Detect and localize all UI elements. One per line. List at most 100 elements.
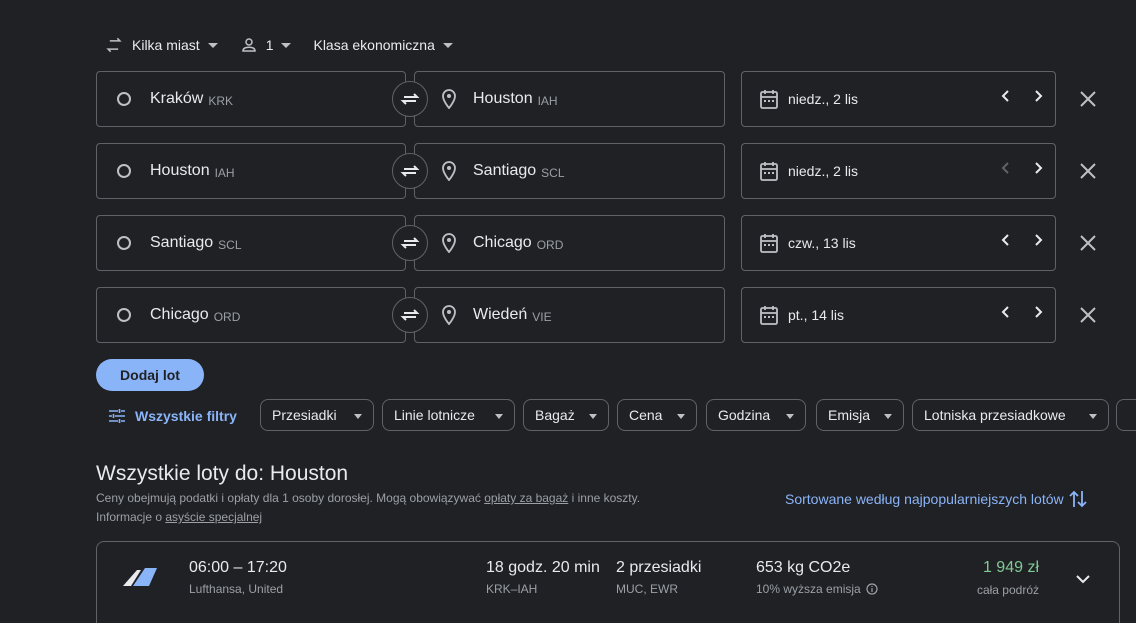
destination-field[interactable]: Chicago ORD [414,215,725,271]
origin-code: IAH [214,165,235,180]
flight-route: KRK–IAH [486,582,538,596]
passengers-select[interactable]: 1 [240,36,292,54]
passenger-count: 1 [265,37,274,53]
date-text: niedz., 2 lis [788,163,859,179]
add-flight-button[interactable]: Dodaj lot [96,359,204,391]
all-filters-label: Wszystkie filtry [135,408,237,424]
remove-leg-close-icon[interactable] [1079,234,1097,252]
chevron-down-icon [589,414,597,419]
swap-button[interactable] [392,225,428,261]
flight-result-card[interactable]: 06:00 – 17:20 Lufthansa, United 18 godz.… [96,541,1120,623]
next-date-button[interactable] [1032,89,1044,108]
destination-field[interactable]: Houston IAH [414,71,725,127]
baggage-fees-link[interactable]: opłaty za bagaż [484,491,568,505]
origin-field[interactable]: Houston IAH [96,143,406,199]
calendar-icon [760,90,778,109]
destination-code: IAH [537,93,558,108]
origin-circle-icon [117,308,131,322]
origin-field[interactable]: Santiago SCL [96,215,406,271]
filter-chip-overflow[interactable] [1116,399,1136,431]
stop-count: 2 przesiadki [616,559,702,576]
chevron-down-icon [354,414,362,419]
previous-date-button[interactable] [1000,89,1012,108]
date-field[interactable]: niedz., 2 lis [741,71,1056,127]
filter-chip-label: Bagaż [535,407,575,423]
sort-icon [1068,490,1087,508]
chevron-down-icon [884,414,892,419]
next-date-button[interactable] [1032,305,1044,324]
trip-type-select[interactable]: Kilka miast [104,35,218,55]
filter-chip[interactable]: Linie lotnicze [382,399,515,431]
filter-chip-label: Emisja [828,407,871,423]
swap-arrows-icon [400,165,420,177]
stop-airports: MUC, EWR [616,582,678,596]
date-field[interactable]: pt., 14 lis [741,287,1056,343]
date-field[interactable]: niedz., 2 lis [741,143,1056,199]
date-text: czw., 13 lis [788,235,856,251]
remove-leg-close-icon[interactable] [1079,306,1097,324]
swap-arrows-icon [400,93,420,105]
destination-field[interactable]: Wiedeń VIE [414,287,725,343]
next-date-button[interactable] [1032,161,1044,180]
swap-button[interactable] [392,297,428,333]
remove-leg-close-icon[interactable] [1079,90,1097,108]
destination-city: Wiedeń [473,306,528,323]
co2-emissions: 653 kg CO2e [756,559,851,576]
chevron-down-icon [495,414,503,419]
calendar-icon [760,162,778,181]
filter-chip-label: Cena [629,407,663,423]
flight-price: 1 949 zł [982,559,1039,576]
origin-code: SCL [218,237,242,252]
destination-field[interactable]: Santiago SCL [414,143,725,199]
all-filters-button[interactable]: Wszystkie filtry [109,405,237,427]
location-pin-icon [442,233,456,253]
destination-code: SCL [541,165,565,180]
flight-times: 06:00 – 17:20 [189,559,287,576]
filter-chip[interactable]: Cena [617,399,697,431]
previous-date-button[interactable] [1000,161,1012,180]
chevron-down-icon [786,414,794,419]
info-icon[interactable] [866,583,878,595]
destination-city: Santiago [473,162,537,179]
cabin-class-select[interactable]: Klasa ekonomiczna [313,37,453,53]
filter-chip[interactable]: Godzina [706,399,806,431]
filter-chip-label: Przesiadki [272,407,337,423]
results-heading: Wszystkie loty do: Houston [96,462,349,485]
origin-circle-icon [117,164,131,178]
multi-city-icon [106,37,122,53]
previous-date-button[interactable] [1000,305,1012,324]
date-text: pt., 14 lis [788,307,845,323]
filter-chip-label: Lotniska przesiadkowe [924,407,1066,423]
chevron-down-icon [1089,414,1097,419]
swap-button[interactable] [392,81,428,117]
expand-chevron-icon[interactable] [1074,570,1092,588]
swap-button[interactable] [392,153,428,189]
sort-button[interactable]: Sortowane według najpopularniejszych lot… [785,489,1087,509]
remove-leg-close-icon[interactable] [1079,162,1097,180]
next-date-button[interactable] [1032,233,1044,252]
location-pin-icon [442,161,456,181]
previous-date-button[interactable] [1000,233,1012,252]
special-assistance-link[interactable]: asyście specjalnej [165,510,262,524]
date-field[interactable]: czw., 13 lis [741,215,1056,271]
filter-chip[interactable]: Bagaż [523,399,609,431]
chevron-down-icon [281,42,292,48]
price-note-trip: cała podróż [976,583,1039,597]
origin-city: Kraków [150,90,204,107]
lufthansa-logo-icon [123,568,157,586]
chevron-down-icon [677,414,685,419]
swap-arrows-icon [400,237,420,249]
filter-chip[interactable]: Przesiadki [260,399,374,431]
filter-chip[interactable]: Lotniska przesiadkowe [912,399,1109,431]
origin-field[interactable]: Kraków KRK [96,71,406,127]
emission-comparison: 10% wyższa emisja [756,582,878,596]
destination-code: ORD [536,237,564,252]
cabin-class-label: Klasa ekonomiczna [313,37,435,53]
price-note: Ceny obejmują podatki i opłaty dla 1 oso… [96,491,641,524]
origin-city: Santiago [150,234,214,251]
filter-chip[interactable]: Emisja [816,399,904,431]
origin-field[interactable]: Chicago ORD [96,287,406,343]
date-text: niedz., 2 lis [788,91,859,107]
tune-icon [109,409,125,423]
filter-chip-label: Godzina [718,407,771,423]
